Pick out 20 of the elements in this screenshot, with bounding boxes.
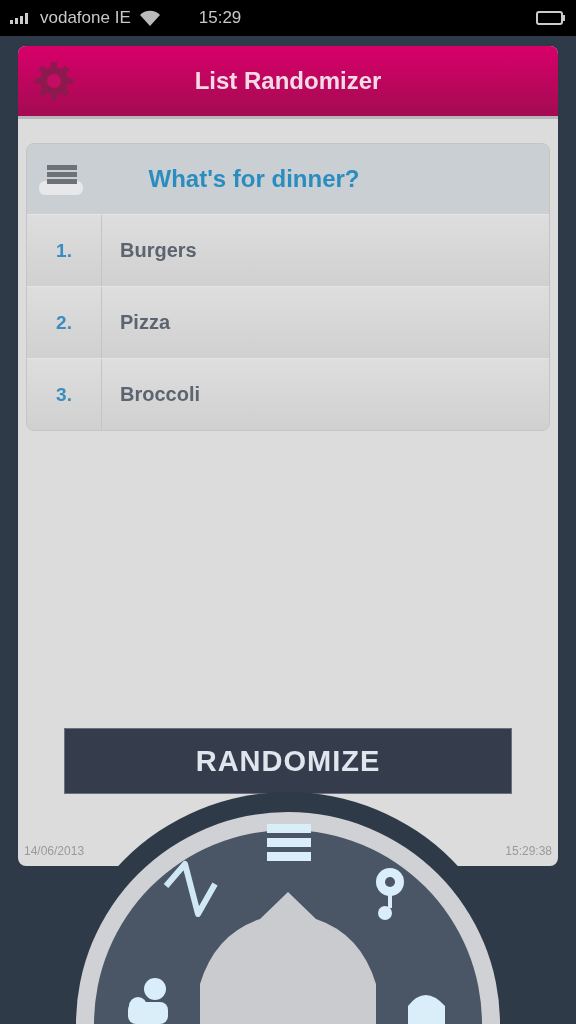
clock-time: 15:29 xyxy=(198,8,242,28)
list-row[interactable]: 2. Pizza xyxy=(27,286,549,358)
wifi-icon xyxy=(138,10,161,26)
people-icon[interactable] xyxy=(128,978,168,1024)
item-label: Pizza xyxy=(119,311,171,334)
item-label: Broccoli xyxy=(119,383,201,406)
app-title: List Randomizer xyxy=(193,67,383,95)
gear-icon[interactable] xyxy=(376,868,404,920)
randomize-button[interactable]: RANDOMIZE xyxy=(64,728,512,794)
list-row[interactable]: 1. Burgers xyxy=(27,214,549,286)
footer-date: 14/06/2013 xyxy=(24,844,85,858)
item-label: Burgers xyxy=(119,239,197,262)
item-number: 3. xyxy=(27,359,102,430)
battery-icon xyxy=(536,11,566,25)
carrier-name: vodafone IE xyxy=(40,8,131,28)
list-icon[interactable] xyxy=(267,824,311,861)
list-row[interactable]: 3. Broccoli xyxy=(27,358,549,430)
footer-time: 15:29:38 xyxy=(505,844,552,858)
list-title: What's for dinner? xyxy=(147,165,361,193)
squiggle-icon[interactable] xyxy=(163,861,218,917)
